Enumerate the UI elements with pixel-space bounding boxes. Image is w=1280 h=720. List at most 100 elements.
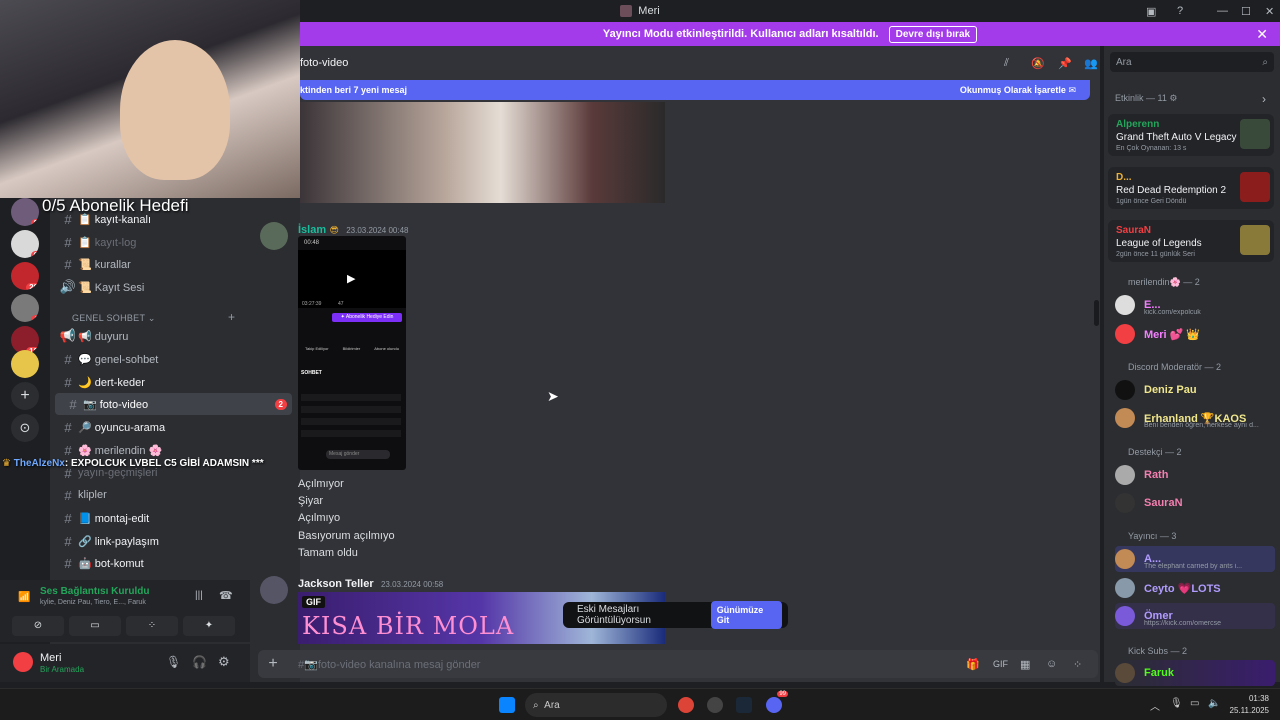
soundboard-button[interactable]: ✦: [183, 616, 235, 636]
image-attachment[interactable]: [300, 102, 665, 203]
message-input[interactable]: #📷foto-video kanalına mesaj gönder: [298, 658, 480, 671]
discover-icon[interactable]: ⊙: [11, 414, 39, 442]
game-icon: [1240, 119, 1270, 149]
member-list-icon[interactable]: 👥: [1084, 57, 1098, 70]
signal-icon: 📶: [18, 592, 31, 603]
old-messages-bar: Eski Mesajları Görüntülüyorsun Günümüze …: [563, 601, 788, 629]
member-item[interactable]: Ceyto 💗LOTS: [1115, 575, 1275, 601]
streamer-mode-banner: Yayıncı Modu etkinleştirildi. Kullanıcı …: [300, 22, 1280, 46]
chevron-right-icon[interactable]: ›: [1262, 92, 1266, 106]
server-icon[interactable]: 6: [11, 230, 39, 258]
help-icon[interactable]: ?: [1177, 0, 1183, 22]
headphones-icon[interactable]: 🎧: [192, 655, 207, 669]
member-item[interactable]: Ömer https://kick.com/omercse: [1115, 603, 1275, 629]
member-item[interactable]: SauraN: [1115, 490, 1275, 516]
mark-read-button[interactable]: Okunmuş Olarak İşaretle ✉: [960, 85, 1076, 96]
activities-button[interactable]: ⁘: [126, 616, 178, 636]
hash-icon: #: [64, 533, 72, 549]
add-attachment-icon[interactable]: +: [258, 655, 288, 673]
network-icon[interactable]: ▭: [1190, 698, 1199, 709]
settings-gear-icon[interactable]: ⚙: [218, 654, 230, 670]
member-item[interactable]: E... kick.com/expolcuk: [1115, 292, 1275, 318]
member-item[interactable]: Deniz Pau: [1115, 377, 1275, 403]
hash-icon: #: [64, 419, 72, 435]
scrollbar-thumb[interactable]: [1094, 300, 1099, 326]
message-header: Jackson Teller 23.03.2024 00:58: [298, 576, 443, 590]
gif-icon[interactable]: GIF: [993, 659, 1008, 669]
camera-off-button[interactable]: ⊘: [12, 616, 64, 636]
group-title: Yayıncı — 3: [1128, 531, 1177, 541]
clock-time[interactable]: 01:38: [1229, 694, 1269, 703]
taskbar-search[interactable]: ⌕ Ara: [525, 693, 667, 717]
author-name[interactable]: Jackson Teller: [298, 578, 374, 590]
minimize-button[interactable]: —: [1217, 0, 1228, 22]
server-icon[interactable]: 4: [11, 294, 39, 322]
activity-card[interactable]: Alperenn Grand Theft Auto V Legacy En Ço…: [1108, 114, 1274, 156]
author-name[interactable]: İslam: [298, 224, 326, 236]
member-item[interactable]: Erhanland 🏆KAOS Beni benden öğren, herkes…: [1115, 405, 1275, 431]
channel-kayit-log[interactable]: # 📋 kayıt-log: [50, 231, 295, 253]
message-composer[interactable]: + #📷foto-video kanalına mesaj gönder 🎁 G…: [258, 650, 1098, 678]
group-title: Discord Moderatör — 2: [1128, 362, 1222, 372]
jump-present-button[interactable]: Günümüze Git: [710, 601, 782, 629]
add-channel-icon[interactable]: +: [228, 310, 235, 324]
avatar[interactable]: [260, 222, 288, 250]
channel-link-paylasim[interactable]: # 🔗 link-paylaşım: [50, 530, 295, 552]
gift-icon[interactable]: 🎁: [966, 658, 980, 671]
new-messages-bar[interactable]: ktinden beri 7 yeni mesaj Okunmuş Olarak…: [300, 80, 1090, 100]
category-genel-sohbet[interactable]: GENEL SOHBET ⌄: [72, 313, 156, 324]
mic-icon[interactable]: 🎙: [1170, 698, 1183, 709]
steam-icon[interactable]: [736, 697, 752, 713]
disable-button[interactable]: Devre dışı bırak: [888, 25, 978, 43]
threads-icon[interactable]: ⫽: [1004, 57, 1009, 70]
discord-icon[interactable]: 99: [766, 691, 788, 713]
emoji-icon[interactable]: ☺: [1046, 658, 1057, 670]
member-item[interactable]: Rath: [1115, 462, 1275, 488]
server-icon[interactable]: 26: [11, 262, 39, 290]
crown-icon: ♛: [2, 458, 11, 469]
channel-oyuncu-arama[interactable]: # 🔎 oyuncu-arama: [50, 416, 295, 438]
apps-icon[interactable]: ⁘: [1073, 658, 1082, 671]
start-icon[interactable]: [499, 697, 515, 713]
member-item[interactable]: Meri 💕 👑: [1115, 321, 1275, 347]
channel-dert-keder[interactable]: # 🌙 dert-keder: [50, 371, 295, 393]
member-item[interactable]: A... The elephant carried by ants i...: [1115, 546, 1275, 572]
server-icon[interactable]: 2: [11, 198, 39, 226]
member-item[interactable]: Faruk: [1115, 660, 1275, 686]
activity-card[interactable]: D... Red Dead Redemption 2 1gün önce Ger…: [1108, 167, 1274, 209]
microphone-icon[interactable]: 🎙: [166, 655, 181, 669]
close-banner-icon[interactable]: ✕: [1256, 26, 1268, 43]
avatar[interactable]: [260, 576, 288, 604]
search-input[interactable]: Ara ⌕: [1110, 52, 1274, 72]
phone-screenshot-attachment[interactable]: 00:48 ▶ 03:27:39 47 ✦ Abonelik Hediye Ed…: [298, 236, 406, 470]
channel-duyuru[interactable]: 📢 📢 duyuru: [50, 325, 295, 347]
play-icon[interactable]: ▶: [347, 272, 355, 285]
channel-montaj-edit[interactable]: # 📘 montaj-edit: [50, 507, 295, 529]
chrome-icon[interactable]: [678, 697, 694, 713]
volume-icon[interactable]: 🔈: [1208, 698, 1220, 709]
close-window-button[interactable]: ✕: [1265, 0, 1274, 22]
channel-genel-sohbet[interactable]: # 💬 genel-sohbet: [50, 348, 295, 370]
noise-icon[interactable]: |||: [195, 590, 203, 601]
voice-channel-kayit-sesi[interactable]: 🔊 📜 Kayıt Sesi: [50, 276, 295, 298]
inbox-icon[interactable]: ▣: [1146, 0, 1156, 22]
screen-share-button[interactable]: ▭: [69, 616, 121, 636]
maximize-button[interactable]: ☐: [1241, 0, 1251, 22]
clock-date[interactable]: 25.11.2025: [1229, 706, 1269, 715]
activity-card[interactable]: SauraN League of Legends 2gün önce 11 gü…: [1108, 220, 1274, 262]
disconnect-icon[interactable]: ☎: [219, 589, 233, 602]
channel-klipler[interactable]: # klipler: [50, 484, 295, 506]
voice-status[interactable]: Ses Bağlantısı Kuruldu: [40, 586, 149, 597]
pin-icon[interactable]: 📌: [1058, 57, 1072, 70]
channel-foto-video[interactable]: # 📷 foto-video 2: [55, 393, 292, 415]
sticker-icon[interactable]: ▦: [1020, 658, 1030, 671]
channel-bot-komut[interactable]: # 🤖 bot-komut: [50, 552, 295, 574]
channel-kurallar[interactable]: # 📜 kurallar: [50, 253, 295, 275]
notifications-icon[interactable]: 🔕: [1031, 57, 1045, 70]
obs-icon[interactable]: [707, 697, 723, 713]
subscriber-goal: 0/5 Abonelik Hedefi: [42, 196, 189, 215]
server-icon[interactable]: [11, 350, 39, 378]
chevron-up-icon[interactable]: ︿: [1150, 698, 1160, 713]
add-server-icon[interactable]: +: [11, 382, 39, 410]
avatar[interactable]: [13, 652, 33, 672]
